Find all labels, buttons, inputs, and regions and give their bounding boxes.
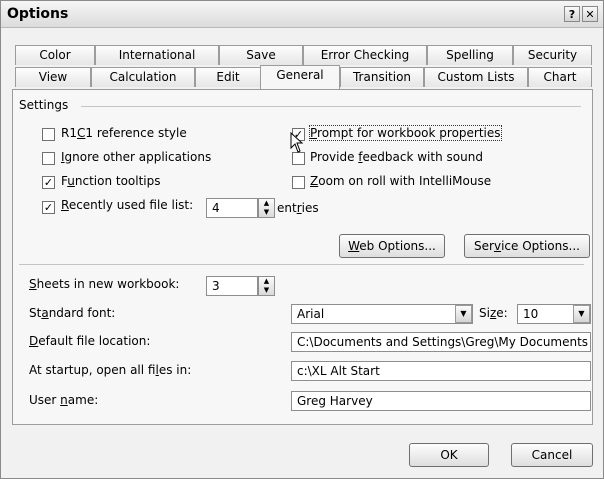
r1c1-checkbox[interactable] — [42, 128, 55, 141]
spin-down-icon[interactable]: ▼ — [259, 208, 274, 217]
function-tooltips-label: Function tooltips — [61, 174, 161, 188]
recent-files-spinner[interactable]: ▲ ▼ — [258, 198, 275, 218]
tab-chart[interactable]: Chart — [528, 67, 592, 87]
font-dropdown-arrow-icon[interactable]: ▼ — [455, 305, 472, 323]
recent-files-count-input[interactable]: 4 — [206, 198, 258, 218]
startup-folder-input[interactable]: c:\XL Alt Start — [291, 361, 591, 381]
size-label: Size: — [479, 306, 508, 320]
recent-files-label: Recently used file list: — [61, 198, 194, 212]
settings-divider — [81, 106, 581, 107]
tab-spelling[interactable]: Spelling — [427, 45, 513, 65]
ok-button[interactable]: OK — [409, 443, 489, 467]
standard-font-select[interactable]: Arial — [291, 304, 473, 324]
default-location-label: Default file location: — [29, 334, 151, 348]
ignore-apps-label: Ignore other applications — [61, 150, 212, 164]
help-icon[interactable]: ? — [564, 6, 580, 22]
prompt-properties-label: Prompt for workbook properties — [309, 125, 502, 141]
settings-group-label: Settings — [19, 98, 69, 112]
cancel-button[interactable]: Cancel — [511, 443, 593, 467]
sheets-spinner[interactable]: ▲ ▼ — [258, 276, 275, 296]
r1c1-label: R1C1 reference style — [61, 126, 187, 140]
spin-down-icon[interactable]: ▼ — [259, 286, 274, 295]
web-options-button[interactable]: Web Options... — [339, 234, 445, 258]
spin-up-icon[interactable]: ▲ — [259, 199, 274, 208]
close-icon[interactable]: ✕ — [582, 6, 598, 22]
tab-international[interactable]: International — [95, 45, 219, 65]
zoom-intellimouse-label: Zoom on roll with IntelliMouse — [310, 174, 492, 188]
service-options-button[interactable]: Service Options... — [464, 234, 590, 258]
spin-up-icon[interactable]: ▲ — [259, 277, 274, 286]
entries-label: entries — [277, 201, 319, 215]
user-name-input[interactable]: Greg Harvey — [291, 391, 591, 411]
tab-save[interactable]: Save — [219, 45, 303, 65]
tab-general[interactable]: General — [260, 65, 340, 89]
general-panel: Settings R1C1 reference style Ignore oth… — [12, 89, 593, 425]
startup-folder-label: At startup, open all files in: — [29, 363, 192, 377]
user-name-label: User name: — [29, 393, 99, 407]
recent-files-checkbox[interactable]: ✓ — [42, 201, 55, 214]
ignore-apps-checkbox[interactable] — [42, 152, 55, 165]
feedback-sound-label: Provide feedback with sound — [310, 150, 483, 164]
dialog-title: Options — [7, 6, 69, 22]
tab-calculation[interactable]: Calculation — [91, 67, 195, 87]
tab-transition[interactable]: Transition — [340, 67, 424, 87]
zoom-intellimouse-checkbox[interactable] — [292, 176, 305, 189]
section-divider — [19, 264, 584, 265]
mouse-cursor-icon — [290, 132, 304, 153]
sheets-label: Sheets in new workbook: — [29, 277, 180, 291]
tab-edit[interactable]: Edit — [195, 67, 261, 87]
tab-color[interactable]: Color — [15, 45, 95, 65]
tab-view[interactable]: View — [15, 67, 91, 87]
default-location-input[interactable]: C:\Documents and Settings\Greg\My Docume… — [291, 332, 591, 352]
sheets-count-input[interactable]: 3 — [206, 276, 258, 296]
standard-font-label: Standard font: — [29, 306, 116, 320]
title-bar: Options ? ✕ — [1, 1, 603, 28]
size-dropdown-arrow-icon[interactable]: ▼ — [573, 305, 590, 323]
function-tooltips-checkbox[interactable]: ✓ — [42, 176, 55, 189]
tab-custom-lists[interactable]: Custom Lists — [424, 67, 528, 87]
tab-security[interactable]: Security — [513, 45, 592, 65]
tab-error-checking[interactable]: Error Checking — [303, 45, 427, 65]
options-dialog: Options ? ✕ Color International Save Err… — [0, 0, 604, 479]
